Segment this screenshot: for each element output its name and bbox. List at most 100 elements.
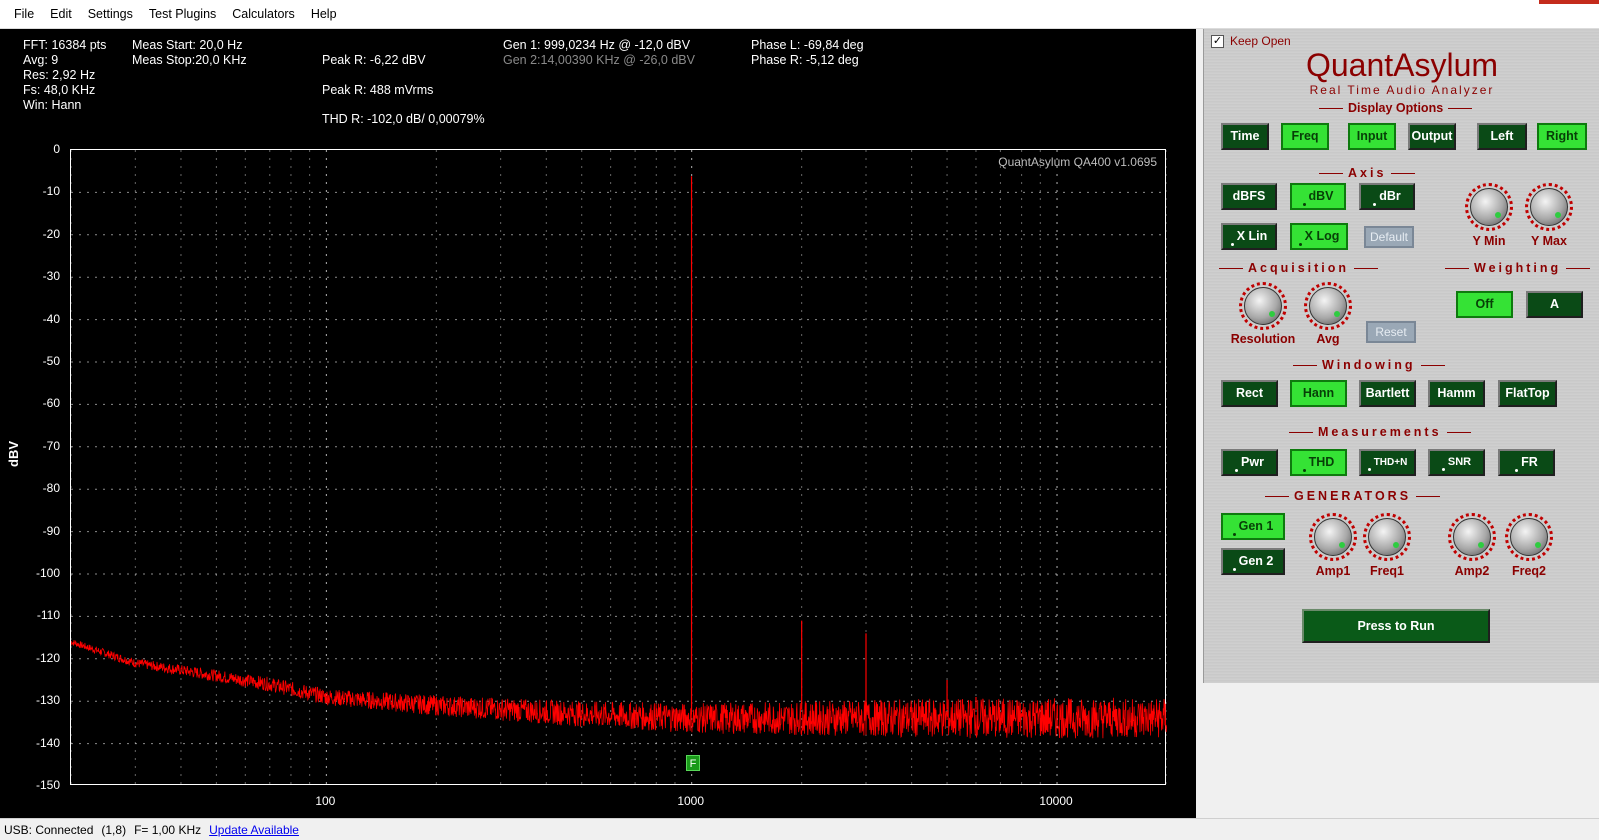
dot-icon	[1373, 203, 1377, 206]
menu-settings[interactable]: Settings	[80, 3, 141, 25]
snr-label: SNR	[1447, 456, 1472, 468]
spectrum-trace	[71, 640, 1167, 739]
menu-file[interactable]: File	[6, 3, 42, 25]
gen2-button[interactable]: Gen 2	[1221, 548, 1285, 575]
brand-subtitle: Real Time Audio Analyzer	[1309, 83, 1495, 97]
dot-icon	[1367, 468, 1371, 471]
avg-knob[interactable]	[1304, 282, 1352, 330]
y-tick-label: -150	[35, 778, 60, 792]
status-usb: USB: Connected	[4, 822, 94, 837]
plot-watermark: QuantAsylum QA400 v1.0695	[998, 155, 1157, 169]
y-tick-label: -130	[35, 693, 60, 708]
xlin-button[interactable]: X Lin	[1221, 223, 1277, 250]
freq1-knob[interactable]	[1363, 513, 1411, 561]
y-tick-label: -30	[42, 269, 60, 284]
menu-test-plugins[interactable]: Test Plugins	[141, 3, 224, 25]
amp2-knob[interactable]	[1448, 513, 1496, 561]
info-meas-stop: Meas Stop:20,0 KHz	[132, 53, 247, 67]
y-tick-label: -90	[42, 523, 60, 538]
y-max-knob[interactable]	[1525, 183, 1573, 231]
xlin-label: X Lin	[1236, 229, 1268, 243]
x-tick-label: 10000	[1039, 794, 1073, 808]
section-generators: GENERATORS	[1260, 489, 1445, 503]
dot-icon	[1235, 469, 1239, 472]
input-button[interactable]: Input	[1348, 123, 1396, 150]
bartlett-button[interactable]: Bartlett	[1359, 380, 1416, 407]
freq2-label: Freq2	[1511, 564, 1547, 578]
dbfs-button[interactable]: dBFS	[1221, 183, 1277, 210]
hamm-button[interactable]: Hamm	[1428, 380, 1485, 407]
dbv-label: dBV	[1308, 189, 1334, 203]
section-weighting: Weighting	[1440, 261, 1595, 275]
menu-edit[interactable]: Edit	[42, 3, 80, 25]
info-thd: THD R: -102,0 dB/ 0,00079%	[322, 112, 485, 126]
amp1-knob[interactable]	[1309, 513, 1357, 561]
pwr-label: Pwr	[1241, 455, 1264, 469]
hann-button[interactable]: Hann	[1290, 380, 1347, 407]
spectrum-svg	[71, 150, 1167, 786]
dbr-button[interactable]: dBr	[1359, 183, 1415, 210]
info-win: Win: Hann	[23, 98, 82, 112]
flattop-button[interactable]: FlatTop	[1498, 380, 1557, 407]
section-measurements: Measurements	[1284, 425, 1476, 439]
control-panel: ✓ Keep Open QuantAsylum Real Time Audio …	[1203, 29, 1599, 683]
rect-button[interactable]: Rect	[1221, 380, 1278, 407]
info-avg: Avg: 9	[23, 53, 59, 67]
thdn-label: THD+N	[1373, 457, 1408, 468]
dbv-button[interactable]: dBV	[1290, 183, 1346, 210]
info-phase-l: Phase L: -69,84 deg	[751, 38, 864, 52]
checkbox-checked-icon[interactable]: ✓	[1211, 34, 1224, 48]
thd-label: THD	[1308, 455, 1335, 469]
dot-icon	[1515, 469, 1519, 472]
freq2-knob[interactable]	[1505, 513, 1553, 561]
avg-label: Avg	[1316, 332, 1340, 346]
freq1-label: Freq1	[1369, 564, 1405, 578]
gen1-label: Gen 1	[1238, 519, 1274, 533]
pwr-button[interactable]: Pwr	[1221, 449, 1278, 476]
resolution-knob[interactable]	[1239, 282, 1287, 330]
info-gen1: Gen 1: 999,0234 Hz @ -12,0 dBV	[503, 38, 691, 52]
x-tick-label: 1000	[677, 794, 705, 808]
status-bar: USB: Connected (1,8) F= 1,00 KHz Update …	[0, 818, 1599, 840]
fr-button[interactable]: FR	[1498, 449, 1555, 476]
y-tick-label: -80	[42, 481, 60, 496]
weighting-off-button[interactable]: Off	[1456, 291, 1513, 318]
close-strip[interactable]	[1539, 0, 1599, 4]
spectrum-plot[interactable]: QuantAsylum QA400 v1.0695	[70, 149, 1167, 786]
keep-open-checkbox[interactable]: ✓ Keep Open	[1211, 34, 1291, 48]
y-tick-label: -100	[35, 566, 60, 580]
info-fs: Fs: 48,0 KHz	[23, 83, 96, 97]
default-button[interactable]: Default	[1364, 226, 1414, 248]
reset-button[interactable]: Reset	[1366, 321, 1416, 343]
xlog-button[interactable]: X Log	[1290, 223, 1348, 250]
gen2-label: Gen 2	[1238, 554, 1274, 568]
snr-button[interactable]: SNR	[1428, 449, 1485, 476]
y-tick-label: -140	[35, 735, 60, 750]
y-tick-label: -120	[35, 650, 60, 665]
gen1-button[interactable]: Gen 1	[1221, 513, 1285, 540]
frequency-marker[interactable]: F	[686, 755, 700, 771]
dot-icon	[1302, 469, 1306, 472]
press-to-run-button[interactable]: Press to Run	[1302, 609, 1490, 643]
thdn-button[interactable]: THD+N	[1359, 449, 1416, 476]
status-code: (1,8)	[101, 822, 127, 837]
y-tick-label: -40	[42, 311, 60, 326]
info-fft: FFT: 16384 pts	[23, 38, 107, 52]
info-meas-start: Meas Start: 20,0 Hz	[132, 38, 243, 52]
update-available-link[interactable]: Update Available	[209, 823, 299, 837]
y-tick-label: 0	[53, 142, 60, 156]
y-tick-label: -20	[42, 226, 60, 241]
left-button[interactable]: Left	[1477, 123, 1527, 150]
time-button[interactable]: Time	[1221, 123, 1269, 150]
section-axis: Axis	[1314, 166, 1420, 180]
menu-calculators[interactable]: Calculators	[224, 3, 303, 25]
y-axis-label: dBV	[6, 441, 21, 467]
menu-help[interactable]: Help	[303, 3, 345, 25]
freq-button[interactable]: Freq	[1281, 123, 1329, 150]
right-button[interactable]: Right	[1537, 123, 1587, 150]
output-button[interactable]: Output	[1408, 123, 1456, 150]
status-frequency: F= 1,00 KHz	[134, 822, 202, 837]
thd-button[interactable]: THD	[1290, 449, 1347, 476]
y-min-knob[interactable]	[1465, 183, 1513, 231]
weighting-a-button[interactable]: A	[1526, 291, 1583, 318]
